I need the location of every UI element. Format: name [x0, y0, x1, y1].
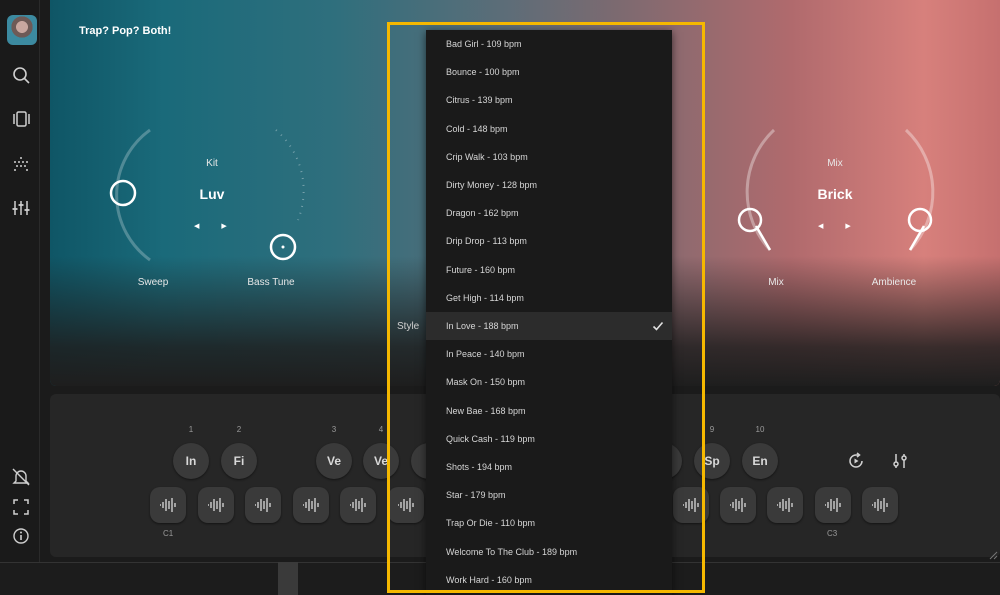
- style-option-label: Crip Walk - 103 bpm: [446, 151, 528, 162]
- chord-sample-button[interactable]: [815, 487, 851, 523]
- chord-sample-button[interactable]: [150, 487, 186, 523]
- loop-refresh-icon[interactable]: [847, 452, 865, 470]
- style-option[interactable]: Bounce - 100 bpm: [426, 58, 672, 86]
- resize-handle-icon[interactable]: [988, 550, 998, 560]
- pad-button[interactable]: Ve: [316, 443, 352, 479]
- style-option[interactable]: In Peace - 140 bpm: [426, 340, 672, 368]
- search-icon[interactable]: [10, 64, 32, 86]
- style-option[interactable]: Future - 160 bpm: [426, 256, 672, 284]
- style-option-label: Citrus - 139 bpm: [446, 95, 513, 106]
- style-option[interactable]: Dirty Money - 128 bpm: [426, 171, 672, 199]
- style-option-label: Drip Drop - 113 bpm: [446, 236, 527, 247]
- style-option[interactable]: Star - 179 bpm: [426, 481, 672, 509]
- pad-number: 1: [188, 425, 194, 434]
- style-option-label: Future - 160 bpm: [446, 264, 516, 275]
- style-option-label: New Bae - 168 bpm: [446, 405, 526, 416]
- style-option-label: In Love - 188 bpm: [446, 321, 519, 331]
- mix-knob[interactable]: [730, 120, 950, 270]
- fullscreen-icon[interactable]: [10, 496, 32, 518]
- pad-button[interactable]: Fi: [221, 443, 257, 479]
- style-option-label: Trap Or Die - 110 bpm: [446, 518, 536, 529]
- style-option[interactable]: Shots - 194 bpm: [426, 453, 672, 481]
- chord-sample-button[interactable]: [673, 487, 709, 523]
- mix-knob-label: Mix: [768, 277, 784, 288]
- style-option[interactable]: Get High - 114 bpm: [426, 284, 672, 312]
- style-option-label: Work Hard - 160 bpm: [446, 574, 532, 585]
- style-option-label: Shots - 194 bpm: [446, 462, 513, 472]
- chord-sample-button[interactable]: [198, 487, 234, 523]
- grid-dots-icon[interactable]: [10, 153, 32, 175]
- style-option[interactable]: Cold - 148 bpm: [426, 115, 672, 143]
- style-option-label: Dirty Money - 128 bpm: [446, 180, 538, 190]
- style-option[interactable]: Bad Girl - 109 bpm: [426, 30, 672, 58]
- chord-sample-button[interactable]: [293, 487, 329, 523]
- chord-sample-button[interactable]: [767, 487, 803, 523]
- style-option[interactable]: Dragon - 162 bpm: [426, 199, 672, 227]
- adjust-icon[interactable]: [891, 452, 909, 470]
- chord-sample-button[interactable]: [245, 487, 281, 523]
- pad-button[interactable]: Ve: [363, 443, 399, 479]
- style-option[interactable]: In Love - 188 bpm: [426, 312, 672, 340]
- style-option[interactable]: Mask On - 150 bpm: [426, 368, 672, 396]
- style-option-label: Star - 179 bpm: [446, 490, 506, 501]
- ambience-label: Ambience: [871, 277, 917, 288]
- pad-number: 2: [236, 425, 242, 434]
- style-option[interactable]: Citrus - 139 bpm: [426, 86, 672, 114]
- chord-label-c1: C1: [163, 529, 174, 538]
- style-option-label: Dragon - 162 bpm: [446, 208, 519, 219]
- style-option-label: Bad Girl - 109 bpm: [446, 39, 522, 49]
- chord-sample-button[interactable]: [720, 487, 756, 523]
- pad-number: 4: [378, 425, 384, 434]
- style-option-label: Welcome To The Club - 189 bpm: [446, 546, 578, 557]
- pad-number: 3: [331, 425, 337, 434]
- chord-label-c3: C3: [827, 529, 838, 538]
- pad-button[interactable]: In: [173, 443, 209, 479]
- bass-tune-label: Bass Tune: [247, 277, 295, 288]
- chord-sample-button[interactable]: [340, 487, 376, 523]
- sliders-icon[interactable]: [10, 197, 32, 219]
- pad-button[interactable]: En: [742, 443, 778, 479]
- bass-tune-knob[interactable]: [250, 120, 330, 270]
- bell-off-icon[interactable]: [10, 466, 32, 488]
- checkmark-icon: [652, 321, 664, 331]
- style-option[interactable]: Trap Or Die - 110 bpm: [426, 509, 672, 537]
- style-option-label: Cold - 148 bpm: [446, 123, 508, 134]
- pad-number: 9: [709, 425, 715, 434]
- style-option-label: Quick Cash - 119 bpm: [446, 433, 535, 444]
- style-option-label: In Peace - 140 bpm: [446, 349, 525, 360]
- style-option[interactable]: Quick Cash - 119 bpm: [426, 425, 672, 453]
- page-title: Trap? Pop? Both!: [79, 25, 172, 37]
- style-option[interactable]: New Bae - 168 bpm: [426, 397, 672, 425]
- style-option-label: Mask On - 150 bpm: [446, 377, 526, 388]
- avatar[interactable]: [7, 15, 37, 45]
- style-label: Style: [397, 321, 420, 332]
- sweep-label: Sweep: [137, 277, 169, 288]
- chord-sample-button[interactable]: [862, 487, 898, 523]
- pad-button[interactable]: Sp: [694, 443, 730, 479]
- library-icon[interactable]: [10, 108, 32, 130]
- chord-sample-button[interactable]: [388, 487, 424, 523]
- style-option-label: Get High - 114 bpm: [446, 292, 524, 303]
- style-option[interactable]: Welcome To The Club - 189 bpm: [426, 538, 672, 566]
- sidebar: [0, 0, 40, 562]
- info-icon[interactable]: [10, 525, 32, 547]
- style-option[interactable]: Work Hard - 160 bpm: [426, 566, 672, 594]
- style-dropdown-menu[interactable]: Bad Girl - 109 bpm Bounce - 100 bpm Citrus…: [426, 30, 672, 595]
- style-option-label: Bounce - 100 bpm: [446, 67, 520, 78]
- style-option[interactable]: Crip Walk - 103 bpm: [426, 143, 672, 171]
- footer-scroll-handle[interactable]: [278, 562, 298, 595]
- style-option[interactable]: Drip Drop - 113 bpm: [426, 227, 672, 255]
- pad-number: 10: [755, 425, 765, 434]
